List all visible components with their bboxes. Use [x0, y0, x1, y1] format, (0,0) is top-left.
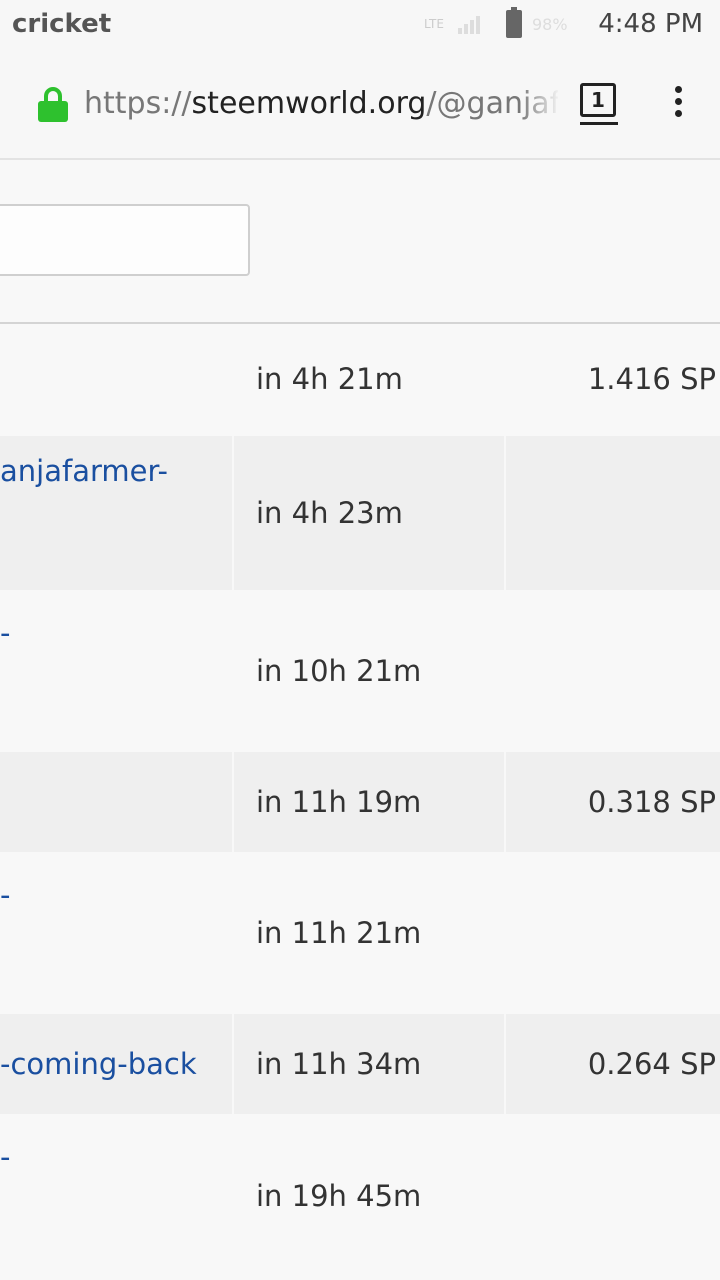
- tabs-underline: [580, 122, 618, 125]
- status-bar: cricket LTE 98% 4:48 PM: [0, 0, 720, 50]
- table-row: - in 19h 45m: [0, 1116, 720, 1276]
- table-row: -coming-back in 11h 34m 0.264 SP: [0, 1014, 720, 1114]
- value-cell: [506, 1116, 720, 1276]
- post-link[interactable]: -coming-back: [0, 1014, 197, 1114]
- time-cell: in 19h 45m: [234, 1116, 504, 1276]
- carrier-name: cricket: [12, 9, 112, 39]
- lock-icon[interactable]: [38, 86, 68, 122]
- time-cell: in 4h 21m: [234, 324, 504, 434]
- table-row: in 4h 21m 1.416 SP: [0, 324, 720, 434]
- address-bar[interactable]: https://steemworld.org/@ganjafa: [84, 84, 558, 124]
- title-cell: [0, 752, 232, 852]
- time-cell: in 10h 21m: [234, 592, 504, 750]
- browser-toolbar: https://steemworld.org/@ganjafa 1: [0, 50, 720, 160]
- title-cell: -: [0, 592, 232, 750]
- battery-percent: 98%: [532, 14, 568, 34]
- title-cell: anjafarmer-: [0, 436, 232, 590]
- value-cell: 0.318 SP: [506, 752, 720, 852]
- overflow-menu-icon[interactable]: [668, 86, 688, 126]
- table-row: anjafarmer- in 4h 23m: [0, 436, 720, 590]
- filter-area: [0, 160, 720, 324]
- table-row: - in 11h 21m: [0, 854, 720, 1012]
- value-cell: [506, 592, 720, 750]
- tabs-icon[interactable]: 1: [580, 83, 616, 117]
- time-cell: in 4h 23m: [234, 436, 504, 590]
- table-row: in 11h 19m 0.318 SP: [0, 752, 720, 852]
- clock: 4:48 PM: [598, 9, 703, 39]
- battery-icon: [506, 7, 522, 38]
- search-input[interactable]: [0, 204, 250, 276]
- title-cell: -coming-back: [0, 1014, 232, 1114]
- time-cell: in 11h 21m: [234, 854, 504, 1012]
- title-cell: [0, 324, 232, 434]
- url-host: steemworld.org: [191, 86, 427, 121]
- title-cell: -: [0, 854, 232, 1012]
- post-link[interactable]: -: [0, 878, 10, 912]
- title-cell: -: [0, 1116, 232, 1276]
- post-link[interactable]: -: [0, 616, 10, 650]
- status-icons: LTE 98%: [420, 7, 568, 40]
- post-link[interactable]: anjafarmer-: [0, 454, 168, 488]
- post-link[interactable]: -: [0, 1140, 10, 1174]
- url-fade: [520, 84, 560, 124]
- lte-icon: LTE: [424, 17, 444, 31]
- value-cell: 0.264 SP: [506, 1014, 720, 1114]
- time-cell: in 11h 19m: [234, 752, 504, 852]
- payout-table: in 4h 21m 1.416 SP anjafarmer- in 4h 23m…: [0, 324, 720, 1276]
- time-cell: in 11h 34m: [234, 1014, 504, 1114]
- url-scheme: https://: [84, 86, 192, 121]
- value-cell: [506, 436, 720, 590]
- value-cell: 1.416 SP: [506, 324, 720, 434]
- value-cell: [506, 854, 720, 1012]
- signal-icon: [458, 14, 484, 34]
- table-row: - in 10h 21m: [0, 592, 720, 750]
